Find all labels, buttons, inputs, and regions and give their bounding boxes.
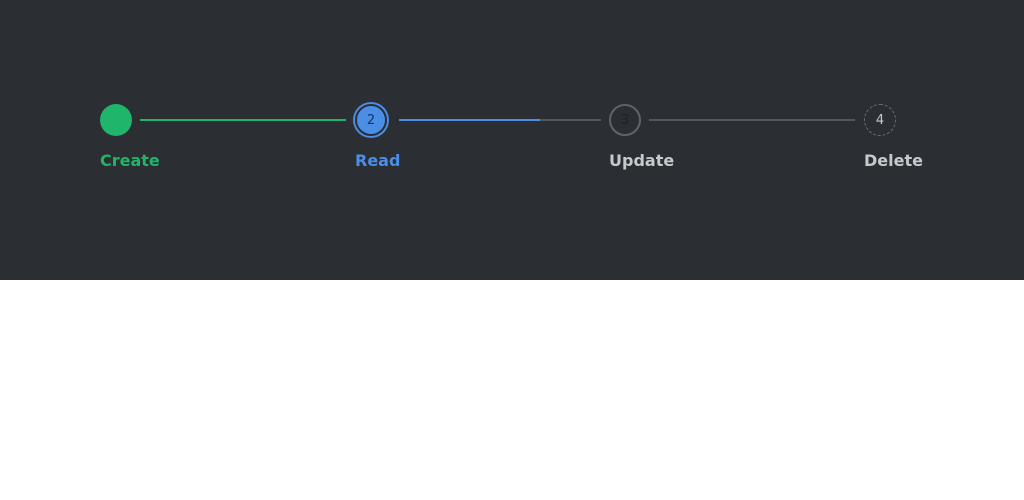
step-update-node[interactable]: 3 bbox=[609, 104, 641, 136]
step-read-number: 2 bbox=[366, 112, 376, 128]
step-read-label: Read bbox=[355, 151, 401, 170]
step-update[interactable]: 3 Update bbox=[609, 104, 809, 174]
step-delete-label: Delete bbox=[864, 151, 923, 170]
step-create[interactable]: Create bbox=[100, 104, 300, 174]
connector-1-fill bbox=[140, 119, 346, 121]
step-delete[interactable]: 4 Delete bbox=[864, 104, 1024, 174]
connector-3 bbox=[649, 119, 855, 121]
connector-1 bbox=[140, 119, 346, 121]
step-update-label: Update bbox=[609, 151, 675, 170]
progress-stepper: Create 2 Read 3 Update 4 Delete bbox=[100, 104, 923, 174]
step-read[interactable]: 2 Read bbox=[355, 104, 555, 174]
connector-2 bbox=[399, 119, 601, 121]
connector-2-fill bbox=[399, 119, 541, 121]
step-create-check-node[interactable] bbox=[100, 104, 132, 136]
step-delete-node[interactable]: 4 bbox=[864, 104, 896, 136]
step-update-number: 3 bbox=[620, 112, 630, 128]
stepper-panel: Create 2 Read 3 Update 4 Delete bbox=[0, 0, 1024, 280]
step-read-node[interactable]: 2 bbox=[355, 104, 387, 136]
step-delete-number: 4 bbox=[875, 112, 885, 128]
step-create-label: Create bbox=[100, 151, 160, 170]
